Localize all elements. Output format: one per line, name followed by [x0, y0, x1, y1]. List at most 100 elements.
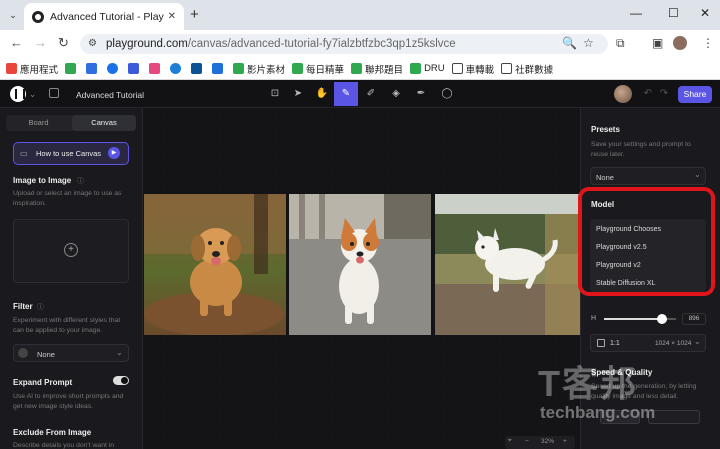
- expand-prompt-title: Expand Prompt: [13, 378, 73, 387]
- height-label: H: [591, 315, 597, 322]
- bookmark-daily[interactable]: 每日精華: [292, 62, 344, 76]
- zoom-control[interactable]: ⌖ − 32% +: [505, 436, 575, 449]
- address-bar[interactable]: playground.com/canvas/advanced-tutorial-…: [80, 34, 608, 54]
- tab-title: Advanced Tutorial - Playgrou: [50, 10, 164, 23]
- project-title[interactable]: Advanced Tutorial: [76, 90, 144, 100]
- profile-avatar[interactable]: [673, 36, 687, 50]
- tab-canvas[interactable]: Canvas: [72, 115, 136, 131]
- share-button[interactable]: Share: [678, 86, 712, 103]
- browser-menu-icon[interactable]: ⋮: [702, 36, 714, 50]
- bookmarks-bar: 應用程式 影片素材 每日精華 聯邦題目 DRU 車轉載 社群數據: [0, 58, 720, 80]
- bookmark-icon-5[interactable]: [149, 63, 163, 74]
- plus-box-icon: [410, 63, 422, 74]
- presets-desc: Save your settings and prompt to: [591, 141, 691, 148]
- size-ratio: 1:1: [610, 340, 620, 347]
- brush-icon[interactable]: ✐: [364, 87, 378, 101]
- bookmark-questions[interactable]: 聯邦題目: [351, 62, 403, 76]
- chevron-down-icon: ⌄: [694, 170, 701, 179]
- bookmark-folder-2[interactable]: 社群數據: [501, 62, 553, 76]
- minimize-icon[interactable]: —: [630, 6, 642, 20]
- back-icon[interactable]: ←: [10, 35, 23, 50]
- extensions-icon[interactable]: ⧉: [616, 36, 625, 51]
- bookmark-icon-2[interactable]: [86, 63, 100, 74]
- bookmark-icon-3[interactable]: [107, 63, 121, 74]
- square-ratio-icon: [597, 339, 605, 347]
- undo-icon[interactable]: ↶: [641, 87, 655, 101]
- outlook-icon: [191, 63, 203, 74]
- highlight-box: [578, 187, 715, 296]
- height-slider-handle[interactable]: [657, 314, 667, 324]
- bookmark-favicon: [212, 63, 224, 74]
- filter-desc: Experiment with different styles that: [13, 317, 121, 324]
- generated-image-3[interactable]: [435, 194, 580, 335]
- watermark-mark: T客邦: [538, 363, 638, 404]
- hand-pan-icon[interactable]: ✋: [315, 87, 329, 101]
- logo-menu-chevron-icon[interactable]: ⌄: [29, 89, 36, 100]
- presets-title: Presets: [591, 125, 620, 134]
- fit-view-icon[interactable]: ⌖: [508, 437, 512, 445]
- watermark: T客邦 techbang.com: [530, 355, 720, 435]
- new-frame-icon[interactable]: ⊡: [268, 87, 282, 101]
- leaf-icon: [65, 63, 77, 74]
- play-icon[interactable]: ▶: [108, 147, 120, 159]
- bookmark-dru[interactable]: DRU: [410, 63, 445, 74]
- bookmark-label: 聯邦題目: [365, 64, 404, 76]
- zoom-out-icon[interactable]: −: [525, 438, 529, 445]
- trend-icon: [149, 63, 161, 74]
- site-info-icon[interactable]: ⚙: [88, 38, 99, 49]
- folder-icon: [501, 63, 513, 74]
- maximize-icon[interactable]: ☐: [668, 6, 679, 20]
- info-icon[interactable]: ⓘ: [77, 176, 84, 186]
- info-icon[interactable]: ⓘ: [37, 302, 44, 312]
- sidebar-toggle-icon[interactable]: [49, 88, 59, 98]
- add-image-icon[interactable]: +: [64, 243, 78, 257]
- generated-image-2[interactable]: [289, 194, 431, 335]
- comment-icon[interactable]: ◯: [440, 87, 454, 101]
- bookmark-video[interactable]: 影片素材: [233, 62, 285, 76]
- bookmark-icon-1[interactable]: [65, 63, 79, 74]
- pen-icon[interactable]: ✒: [414, 87, 428, 101]
- url-path: /canvas/advanced-tutorial-fy7ialzbtfzbc3…: [187, 38, 456, 50]
- bookmark-icon-4[interactable]: [128, 63, 142, 74]
- tab-board[interactable]: Board: [6, 115, 71, 131]
- fill-icon[interactable]: ◈: [389, 87, 403, 101]
- browser-tab[interactable]: Advanced Tutorial - Playgrou ✕: [24, 3, 184, 30]
- playground-logo-icon[interactable]: [10, 86, 26, 102]
- bookmark-favicon: [170, 63, 182, 74]
- bookmark-folder-1[interactable]: 車轉載: [451, 62, 494, 76]
- bookmark-label: 應用程式: [20, 64, 59, 76]
- height-slider-fill: [604, 318, 662, 320]
- apps-grid-icon: [6, 63, 17, 74]
- bookmark-icon-7[interactable]: [191, 63, 205, 74]
- expand-prompt-desc-2: get new image style ideas.: [13, 403, 94, 410]
- close-window-icon[interactable]: ✕: [700, 6, 710, 20]
- bookmark-icon-6[interactable]: [170, 63, 184, 74]
- close-tab-icon[interactable]: ✕: [168, 11, 176, 22]
- size-dims: 1024 × 1024: [655, 340, 692, 347]
- bookmark-star-icon[interactable]: ☆: [583, 36, 594, 50]
- user-avatar[interactable]: [614, 85, 632, 103]
- reload-icon[interactable]: ↻: [58, 35, 69, 51]
- zoom-level: 32%: [541, 438, 555, 445]
- edit-image-icon[interactable]: ✎: [334, 82, 358, 106]
- generated-image-1[interactable]: [144, 194, 286, 335]
- bookmark-label: 每日精華: [306, 64, 345, 76]
- tab-search-icon[interactable]: ⌄: [6, 8, 20, 22]
- presets-value: None: [596, 173, 614, 182]
- filter-none-icon: [18, 348, 28, 358]
- select-cursor-icon[interactable]: ➤: [291, 87, 305, 101]
- new-tab-icon[interactable]: +: [190, 6, 199, 23]
- filter-select[interactable]: [13, 344, 129, 362]
- zoom-icon[interactable]: 🔍: [562, 36, 577, 50]
- bookmark-icon-8[interactable]: [212, 63, 226, 74]
- redo-icon[interactable]: ↷: [657, 87, 671, 101]
- bookmark-apps[interactable]: 應用程式: [6, 62, 58, 76]
- forward-icon[interactable]: →: [34, 35, 47, 50]
- side-panel-icon[interactable]: ▣: [652, 36, 663, 50]
- height-input[interactable]: 896: [682, 313, 706, 325]
- bookmark-label: DRU: [424, 63, 445, 74]
- zoom-in-icon[interactable]: +: [563, 438, 567, 445]
- filter-title: Filter: [13, 302, 33, 311]
- bookmark-label: 社群數據: [515, 64, 554, 76]
- expand-prompt-toggle[interactable]: [113, 376, 129, 385]
